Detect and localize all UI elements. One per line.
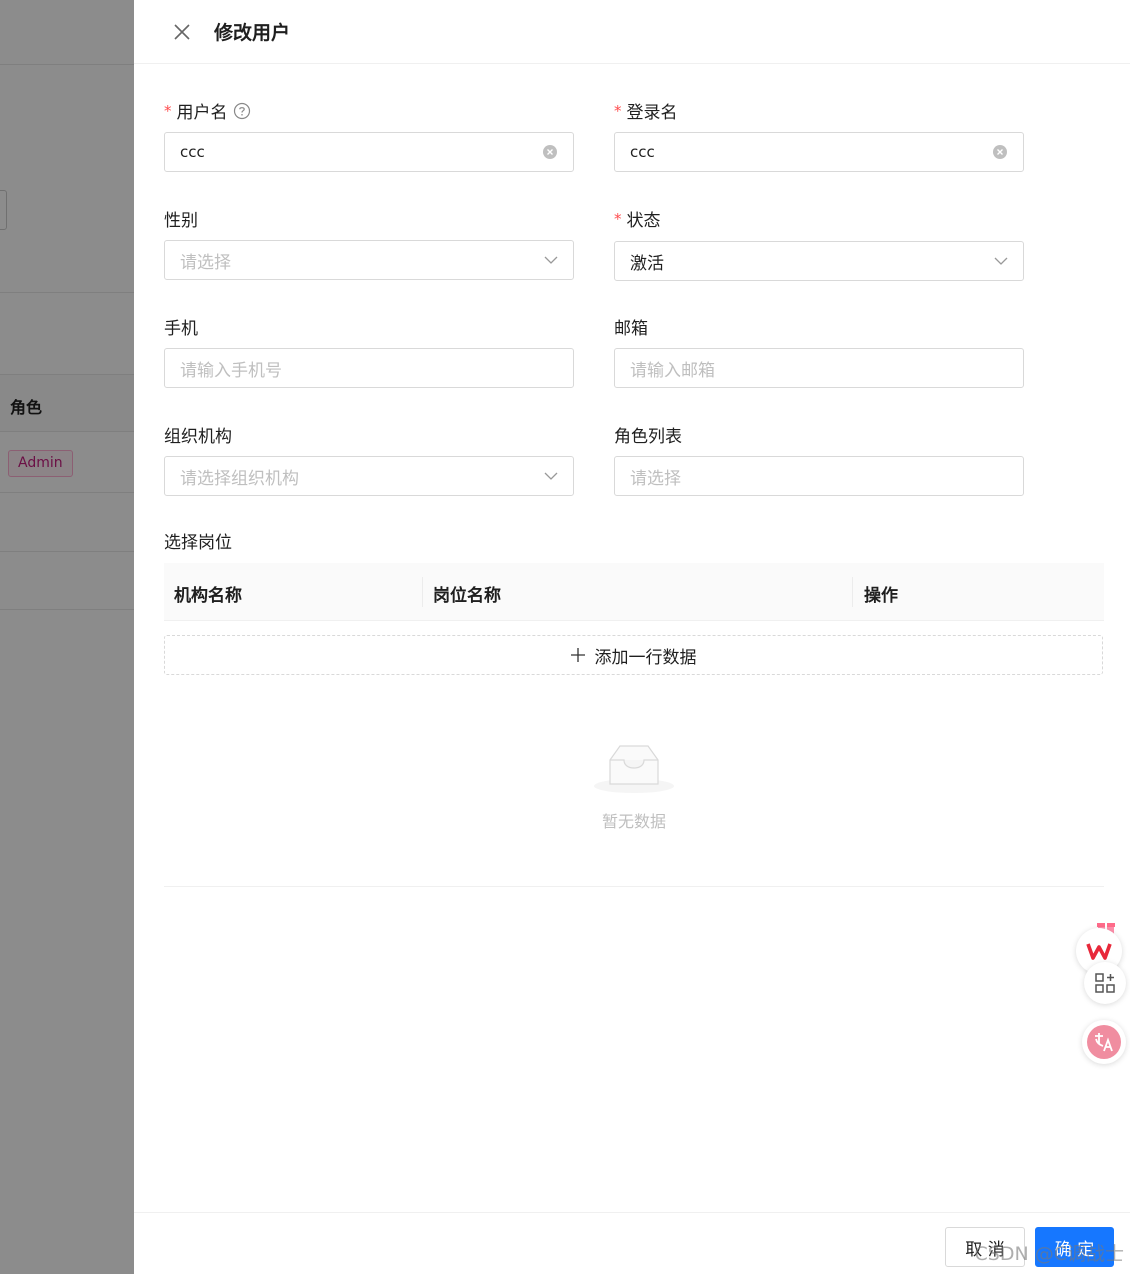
- translate-icon[interactable]: [1082, 1020, 1126, 1064]
- column-header-org-name: 机构名称: [174, 586, 242, 606]
- edit-user-drawer: 修改用户 * 用户名 ccc * 登录名 ccc 性别 请选择 * 状态 激活 …: [134, 0, 1130, 1274]
- phone-input[interactable]: 请输入手机号: [164, 348, 574, 388]
- column-header-position-name: 岗位名称: [433, 586, 501, 606]
- positions-table-header: 机构名称 岗位名称 操作: [164, 563, 1104, 621]
- chevron-down-icon: [994, 254, 1008, 268]
- phone-label: 手机: [164, 319, 198, 339]
- roles-label: 角色列表: [614, 427, 682, 447]
- gender-label: 性别: [164, 211, 198, 231]
- clear-icon[interactable]: [992, 144, 1008, 160]
- drawer-header: 修改用户: [134, 0, 1130, 64]
- required-mark: *: [614, 101, 622, 120]
- empty-state: 暂无数据: [564, 740, 704, 832]
- required-mark: *: [164, 101, 172, 120]
- positions-label: 选择岗位: [164, 533, 232, 553]
- status-select[interactable]: 激活: [614, 241, 1024, 281]
- column-divider: [422, 577, 423, 607]
- column-header-actions: 操作: [864, 586, 898, 606]
- org-tree-select[interactable]: 请选择组织机构: [164, 456, 574, 496]
- login-name-label: * 登录名: [614, 101, 678, 124]
- email-label: 邮箱: [614, 319, 648, 339]
- login-name-input[interactable]: ccc: [614, 132, 1024, 172]
- chevron-down-icon: [544, 469, 558, 483]
- drawer-mask[interactable]: [0, 0, 134, 1274]
- watermark: CSDN @C调战士: [974, 1243, 1124, 1265]
- username-label: * 用户名: [164, 98, 251, 123]
- status-label: * 状态: [614, 209, 661, 232]
- close-icon[interactable]: [170, 20, 194, 44]
- column-divider: [852, 577, 853, 607]
- clear-icon[interactable]: [542, 144, 558, 160]
- empty-inbox-icon: [594, 745, 674, 793]
- org-label: 组织机构: [164, 427, 232, 447]
- apps-icon[interactable]: [1084, 962, 1126, 1004]
- question-circle-icon[interactable]: [233, 102, 251, 120]
- drawer-title: 修改用户: [214, 22, 291, 44]
- gender-select[interactable]: 请选择: [164, 240, 574, 280]
- divider: [164, 886, 1104, 887]
- empty-text: 暂无数据: [601, 812, 666, 831]
- add-row-button[interactable]: 添加一行数据: [164, 635, 1103, 675]
- email-input[interactable]: 请输入邮箱: [614, 348, 1024, 388]
- plus-icon: [570, 648, 585, 662]
- roles-select[interactable]: 请选择: [614, 456, 1024, 496]
- username-input[interactable]: ccc: [164, 132, 574, 172]
- required-mark: *: [614, 209, 622, 228]
- chevron-down-icon: [544, 253, 558, 267]
